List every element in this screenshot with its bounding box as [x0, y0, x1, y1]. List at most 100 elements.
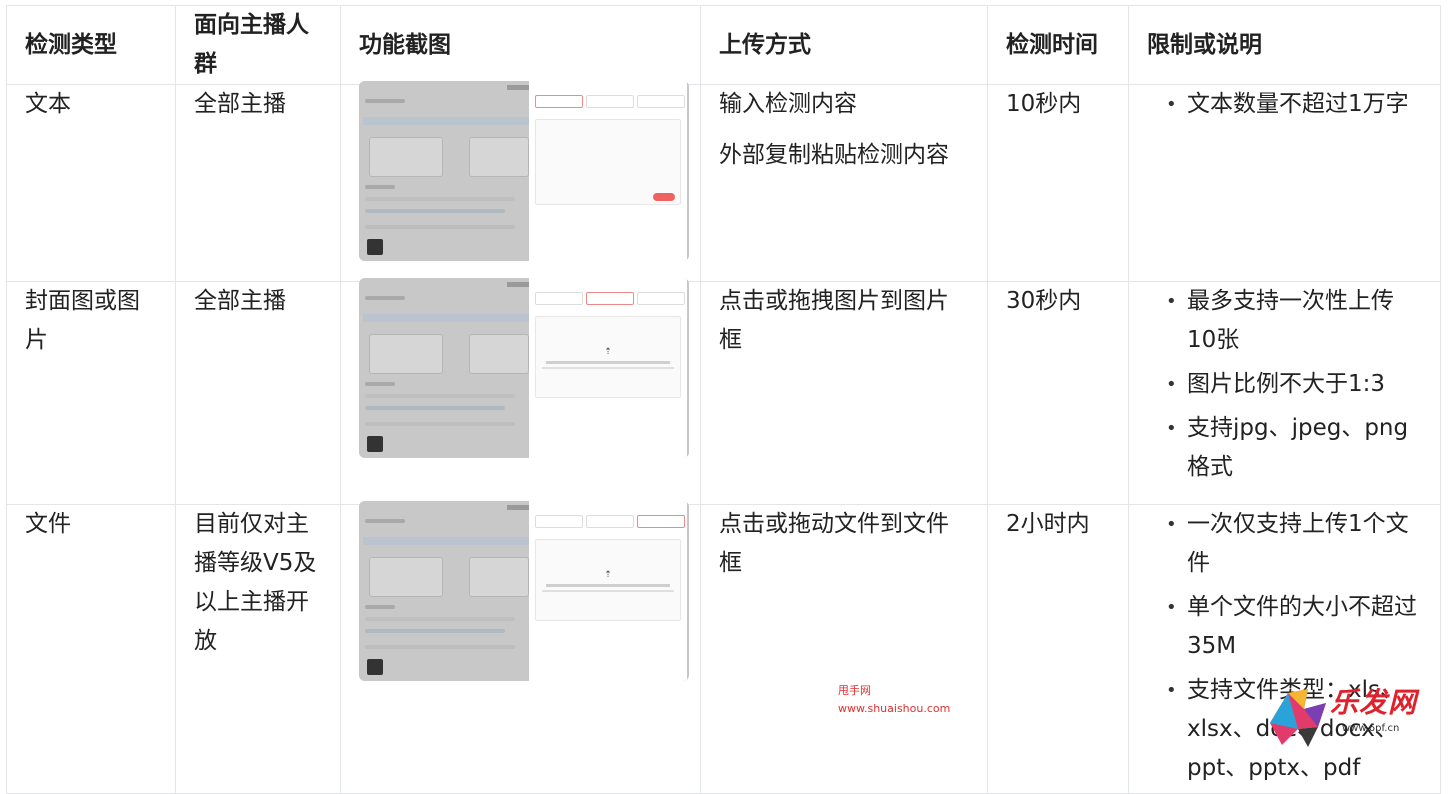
cell-upload: 输入检测内容 外部复制粘贴检测内容: [700, 84, 988, 282]
screenshot-tab: [637, 515, 685, 528]
screenshot-card: [369, 137, 443, 177]
limits-list: 文本数量不超过1万字: [1147, 85, 1422, 124]
screenshot-line: [365, 422, 515, 426]
table-row: 文本 全部主播 输入检测内容 外部复制粘贴检测内容 10秒内 文本数量不超过1万…: [6, 81, 1441, 282]
cell-time: 2小时内: [987, 504, 1129, 794]
screenshot-card: [369, 557, 443, 597]
cell-audience: 目前仅对主播等级V5及以上主播开放: [175, 504, 341, 794]
feature-screenshot-image: ⇡: [359, 278, 689, 458]
screenshot-upload-hint: [546, 584, 670, 587]
screenshot-input-area: ⇡: [535, 316, 681, 398]
watermark-site-name: 甩手网: [838, 684, 871, 697]
screenshot-line: [365, 394, 515, 398]
screenshot-card: [469, 557, 529, 597]
cell-upload: 点击或拖动文件到文件框: [700, 504, 988, 794]
screenshot-thumb: [367, 239, 383, 255]
screenshot-line: [365, 225, 515, 229]
screenshot-badge: [507, 85, 529, 90]
screenshot-card: [469, 137, 529, 177]
limit-item: 一次仅支持上传1个文件: [1166, 505, 1422, 583]
upload-icon: ⇡: [604, 570, 612, 580]
limit-item: 支持jpg、jpeg、png格式: [1166, 409, 1422, 487]
limit-item: 文本数量不超过1万字: [1166, 85, 1422, 124]
header-audience: 面向主播人群: [175, 5, 341, 85]
screenshot-line: [365, 209, 505, 213]
screenshot-dialog-panel: ⇡: [529, 501, 687, 681]
screenshot-dialog-panel: ⇡: [529, 278, 687, 458]
screenshot-line: [365, 605, 395, 609]
limit-item: 图片比例不大于1:3: [1166, 365, 1422, 404]
screenshot-title-line: [365, 99, 405, 103]
detection-table: 检测类型 面向主播人群 功能截图 上传方式 检测时间 限制或说明 文本 全部主播…: [6, 5, 1441, 794]
screenshot-tab: [586, 515, 634, 528]
header-screenshot: 功能截图: [340, 5, 701, 85]
watermark-logo: 乐发网 www.6pf.cn: [1268, 683, 1444, 749]
screenshot-tab: [637, 95, 685, 108]
header-time: 检测时间: [987, 5, 1129, 85]
cell-upload: 点击或拖拽图片到图片框: [700, 281, 988, 505]
screenshot-input-area: ⇡: [535, 539, 681, 621]
table-row: 封面图或图片 全部主播 ⇡ 点击或拖拽图片到图片框 30秒内 最多支持一次性上传…: [6, 278, 1441, 505]
cell-type: 文本: [6, 84, 176, 282]
screenshot-line: [365, 629, 505, 633]
screenshot-badge: [507, 282, 529, 287]
table-row: 文件 目前仅对主播等级V5及以上主播开放 ⇡ 点击或拖动文件到文件框 2小时内 …: [6, 501, 1441, 794]
screenshot-upload-hint: [546, 361, 670, 364]
cell-screenshot: [340, 81, 701, 282]
screenshot-line: [365, 382, 395, 386]
screenshot-tab: [535, 292, 583, 305]
screenshot-line: [365, 645, 515, 649]
table-header-row: 检测类型 面向主播人群 功能截图 上传方式 检测时间 限制或说明: [6, 5, 1441, 85]
screenshot-title-line: [365, 296, 405, 300]
cell-type: 封面图或图片: [6, 281, 176, 505]
screenshot-notice-bar: [363, 537, 539, 545]
screenshot-upload-hint: [542, 367, 674, 369]
screenshot-notice-bar: [363, 314, 539, 322]
cell-screenshot: ⇡: [340, 501, 701, 794]
header-upload: 上传方式: [700, 5, 988, 85]
screenshot-line: [365, 197, 515, 201]
cell-audience: 全部主播: [175, 84, 341, 282]
limit-item: 最多支持一次性上传10张: [1166, 282, 1422, 360]
watermark-site-url: www.shuaishou.com: [838, 702, 951, 715]
header-type: 检测类型: [6, 5, 176, 85]
upload-method: 输入检测内容: [719, 91, 857, 117]
screenshot-line: [365, 185, 395, 189]
upload-icon: ⇡: [604, 347, 612, 357]
upload-method: 点击或拖动文件到文件框: [719, 511, 949, 576]
screenshot-tab: [586, 292, 634, 305]
screenshot-tab: [586, 95, 634, 108]
cell-screenshot: ⇡: [340, 278, 701, 505]
screenshot-title-line: [365, 519, 405, 523]
limits-list: 最多支持一次性上传10张 图片比例不大于1:3 支持jpg、jpeg、png格式: [1147, 282, 1422, 487]
screenshot-notice-bar: [363, 117, 539, 125]
screenshot-line: [365, 406, 505, 410]
header-limits: 限制或说明: [1128, 5, 1441, 85]
screenshot-card: [469, 334, 529, 374]
screenshot-upload-hint: [542, 590, 674, 592]
screenshot-thumb: [367, 659, 383, 675]
screenshot-card: [369, 334, 443, 374]
cell-audience: 全部主播: [175, 281, 341, 505]
logo-url: www.6pf.cn: [1342, 723, 1400, 734]
screenshot-tab: [535, 515, 583, 528]
feature-screenshot-text: [359, 81, 689, 261]
limit-item: 单个文件的大小不超过35M: [1166, 588, 1422, 666]
upload-method: 外部复制粘贴检测内容: [719, 142, 949, 168]
screenshot-tab: [637, 292, 685, 305]
cell-type: 文件: [6, 504, 176, 794]
cell-time: 30秒内: [987, 281, 1129, 505]
cell-time: 10秒内: [987, 84, 1129, 282]
logo-text: 乐发网: [1330, 686, 1418, 719]
cell-limits: 一次仅支持上传1个文件 单个文件的大小不超过35M 支持文件类型：xls、xls…: [1128, 504, 1441, 794]
screenshot-dialog-panel: [529, 81, 687, 261]
feature-screenshot-file: ⇡: [359, 501, 689, 681]
upload-method: 点击或拖拽图片到图片框: [719, 288, 949, 353]
screenshot-submit-button: [653, 193, 675, 201]
screenshot-line: [365, 617, 515, 621]
screenshot-thumb: [367, 436, 383, 452]
cell-limits: 文本数量不超过1万字: [1128, 84, 1441, 282]
screenshot-badge: [507, 505, 529, 510]
cell-limits: 最多支持一次性上传10张 图片比例不大于1:3 支持jpg、jpeg、png格式: [1128, 281, 1441, 505]
screenshot-tab: [535, 95, 583, 108]
